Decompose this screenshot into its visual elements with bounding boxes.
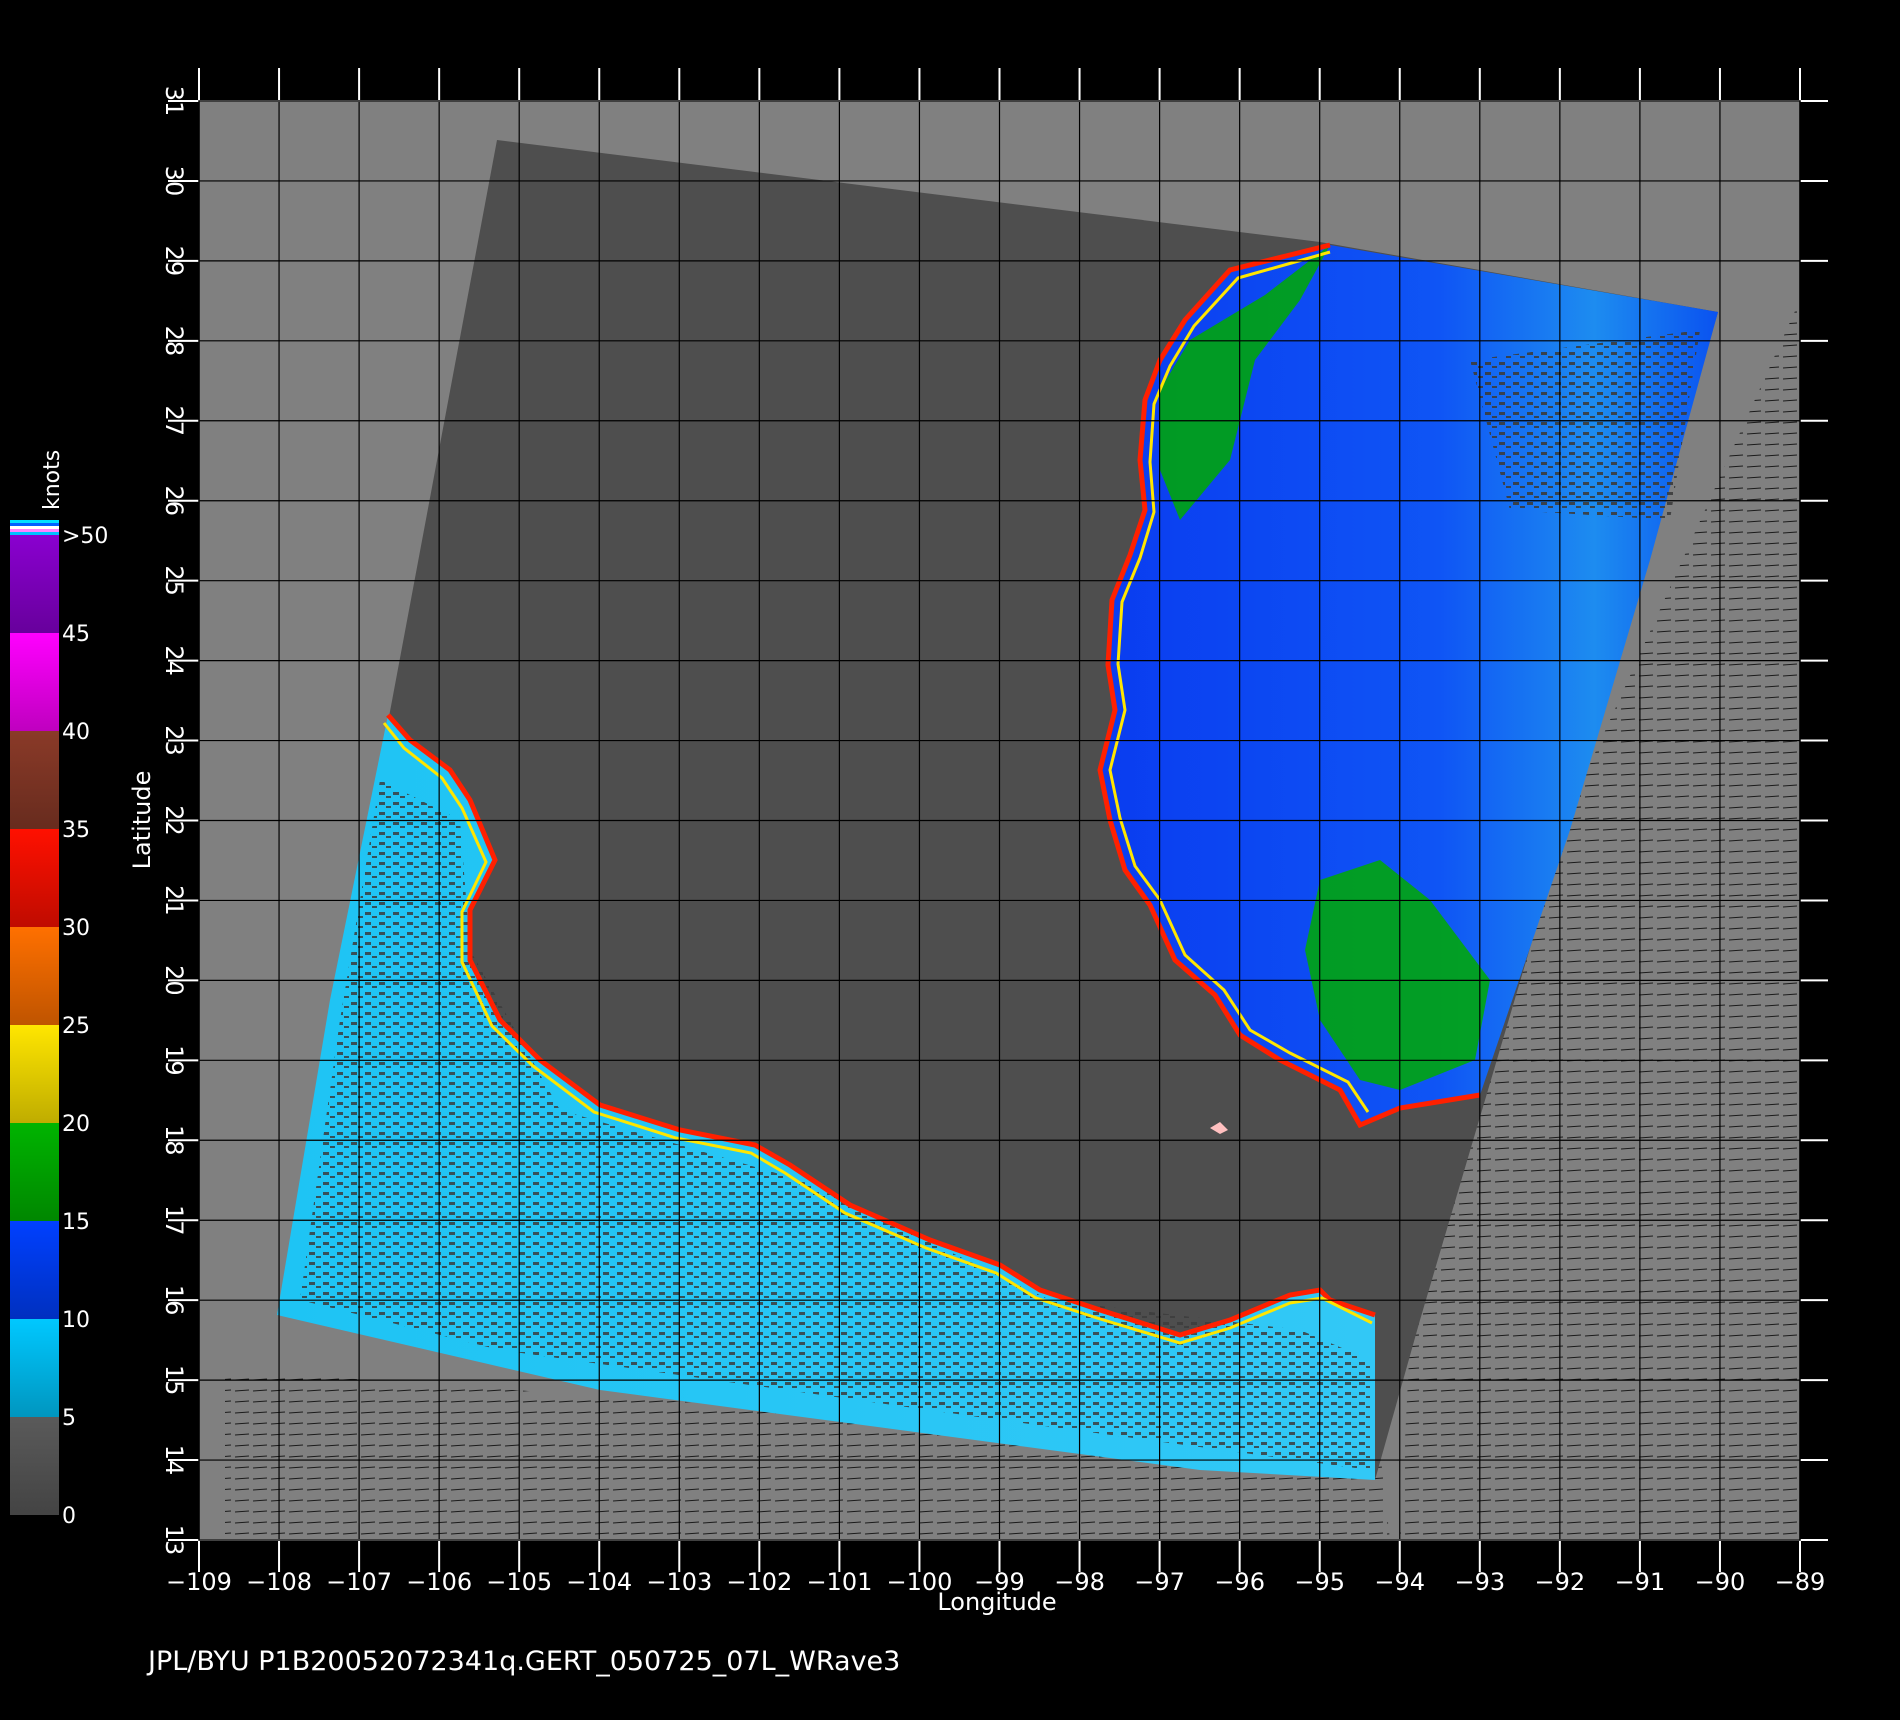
colorbar-cap xyxy=(10,520,59,523)
lat-tick-label: 23 xyxy=(160,725,188,756)
lon-tick-label: −104 xyxy=(566,1568,632,1596)
lon-tick-label: −91 xyxy=(1615,1568,1666,1596)
lon-tick-label: −108 xyxy=(246,1568,312,1596)
lat-tick-label: 28 xyxy=(160,326,188,357)
colorbar-label: 30 xyxy=(62,916,90,941)
colorbar-label: 45 xyxy=(62,622,90,647)
lat-tick-label: 19 xyxy=(160,1045,188,1076)
colorbar-band xyxy=(10,535,59,633)
lat-tick-label: 29 xyxy=(160,246,188,277)
lon-tick-label: −95 xyxy=(1294,1568,1345,1596)
latitude-tick-labels: 13 14 15 16 17 18 19 20 21 22 23 24 25 26 27 28 29 30 31 xyxy=(160,86,188,1556)
colorbar-band xyxy=(10,1221,59,1319)
colorbar-label: 35 xyxy=(62,818,90,843)
colorbar-cap xyxy=(10,526,59,529)
colorbar-label: 10 xyxy=(62,1308,90,1333)
lon-tick-label: −96 xyxy=(1214,1568,1265,1596)
lat-tick-label: 18 xyxy=(160,1125,188,1156)
lon-tick-label: −89 xyxy=(1775,1568,1826,1596)
lat-tick-label: 13 xyxy=(160,1525,188,1556)
lon-tick-label: −102 xyxy=(726,1568,792,1596)
colorbar-band xyxy=(10,1417,59,1515)
colorbar-band xyxy=(10,1123,59,1221)
colorbar-band xyxy=(10,1025,59,1123)
lat-tick-label: 26 xyxy=(160,485,188,516)
lat-tick-label: 21 xyxy=(160,885,188,916)
lat-tick-label: 25 xyxy=(160,565,188,596)
lon-tick-label: −101 xyxy=(806,1568,872,1596)
colorbar-label: 20 xyxy=(62,1112,90,1137)
lat-tick-label: 17 xyxy=(160,1205,188,1236)
colorbar-band xyxy=(10,1319,59,1417)
colorbar-cap xyxy=(10,529,59,532)
colorbar-label: 25 xyxy=(62,1014,90,1039)
y-axis-label: Latitude xyxy=(128,771,156,870)
colorbar-cap xyxy=(10,523,59,526)
lat-tick-label: 24 xyxy=(160,645,188,676)
colorbar-label: 0 xyxy=(62,1504,76,1529)
colorbar-band xyxy=(10,633,59,731)
wind-map-figure: −109 −108 −107 −106 −105 −104 −103 −102 −101 −100… xyxy=(10,68,1828,1677)
lon-tick-label: −107 xyxy=(326,1568,392,1596)
lat-tick-label: 20 xyxy=(160,965,188,996)
lon-tick-label: −94 xyxy=(1374,1568,1425,1596)
lon-tick-label: −90 xyxy=(1695,1568,1746,1596)
x-axis-label: Longitude xyxy=(937,1588,1056,1616)
colorbar-band xyxy=(10,927,59,1025)
lat-tick-label: 22 xyxy=(160,805,188,836)
colorbar-cap xyxy=(10,532,59,535)
colorbar-band xyxy=(10,731,59,829)
lat-tick-label: 15 xyxy=(160,1365,188,1396)
colorbar-label: 15 xyxy=(62,1210,90,1235)
lon-tick-label: −106 xyxy=(406,1568,472,1596)
lat-tick-label: 31 xyxy=(160,86,188,117)
lon-tick-label: −92 xyxy=(1535,1568,1586,1596)
lon-tick-label: −98 xyxy=(1054,1568,1105,1596)
map-grid xyxy=(198,100,1801,1541)
colorbar-label: >50 xyxy=(62,524,108,549)
colorbar-band xyxy=(10,829,59,927)
colorbar-unit: knots xyxy=(40,450,65,510)
lat-tick-label: 27 xyxy=(160,406,188,437)
colorbar-label: 40 xyxy=(62,720,90,745)
lon-tick-label: −109 xyxy=(166,1568,232,1596)
colorbar-label: 5 xyxy=(62,1406,76,1431)
lat-tick-label: 30 xyxy=(160,166,188,197)
footer-caption: JPL/BYU P1B20052072341q.GERT_050725_07L_… xyxy=(146,1646,900,1677)
lon-tick-label: −97 xyxy=(1134,1568,1185,1596)
lon-tick-label: −105 xyxy=(486,1568,552,1596)
lat-tick-label: 14 xyxy=(160,1445,188,1476)
lat-tick-label: 16 xyxy=(160,1285,188,1316)
colorbar xyxy=(10,520,59,1515)
lon-tick-label: −103 xyxy=(646,1568,712,1596)
colorbar-labels: >50 45 40 35 30 25 20 15 10 5 0 xyxy=(62,524,108,1529)
lon-tick-label: −93 xyxy=(1454,1568,1505,1596)
